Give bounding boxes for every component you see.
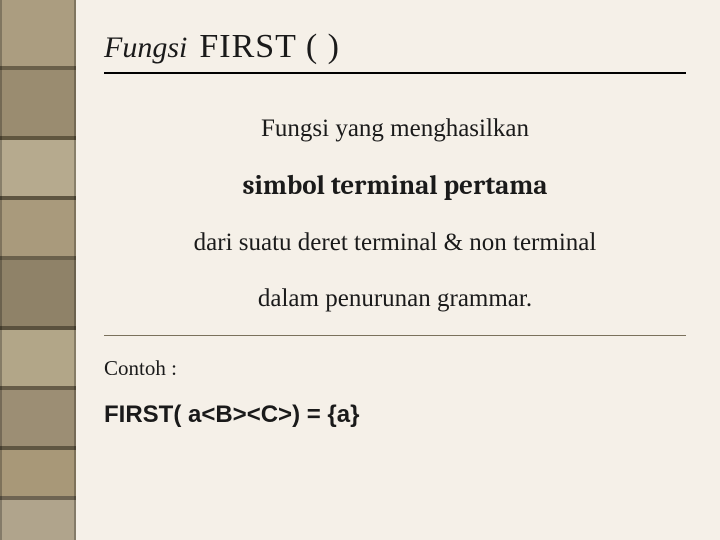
definition-line-4: dalam penurunan grammar.: [104, 280, 686, 318]
definition-line-2-bold: simbol terminal pertama: [104, 166, 686, 207]
definition-line-3: dari suatu deret terminal & non terminal: [104, 224, 686, 262]
stone-sidebar: [0, 0, 76, 540]
slide-content: Fungsi FIRST ( ) Fungsi yang menghasilka…: [76, 0, 720, 540]
horizontal-divider: [104, 335, 686, 336]
slide-title: Fungsi FIRST ( ): [104, 28, 686, 74]
definition-line-1: Fungsi yang menghasilkan: [104, 110, 686, 148]
example-expression: FIRST( a<B><C>) = {a}: [104, 401, 686, 429]
definition-block: Fungsi yang menghasilkan simbol terminal…: [104, 110, 686, 317]
example-label: Contoh :: [104, 356, 686, 381]
title-function-name: FIRST ( ): [199, 28, 340, 66]
title-label: Fungsi: [104, 31, 187, 65]
